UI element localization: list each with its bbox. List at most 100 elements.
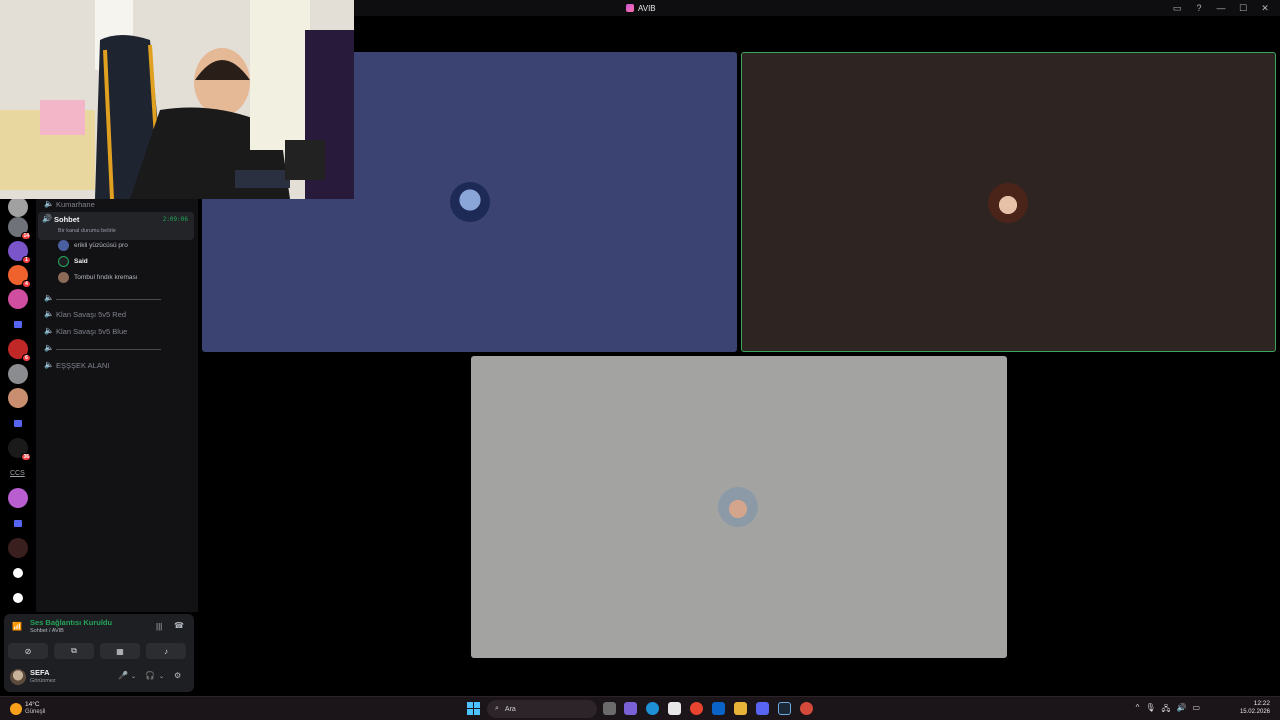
microphone-icon[interactable]: 🎙 [1145,703,1155,717]
store-icon[interactable] [668,702,681,715]
server-icon[interactable] [8,388,28,408]
activities-button[interactable]: ▦ [100,643,140,659]
channel-name: Sohbet [54,215,80,224]
taskbar-search[interactable]: ⌕ Ara [487,700,597,718]
user-avatar[interactable] [10,669,26,685]
server-icon[interactable]: 1 [8,241,31,264]
server-icon[interactable]: 4 [8,265,31,288]
inbox-icon[interactable]: ▭ [1170,2,1184,14]
channel-name: EŞŞŞEK ALANI [56,360,110,370]
close-icon[interactable]: ✕ [1258,2,1272,14]
voice-channel-path[interactable]: Sohbet / AVIB [30,628,64,634]
channel-status[interactable]: Bir kanal durumu belirle [58,228,116,234]
maximize-icon[interactable]: ☐ [1236,2,1250,14]
channel-separator-1[interactable]: 🔈 —————————————— [44,291,161,305]
channel-list: 🔈 Kumarhane 🔊 Sohbet 2:09:06 Bir kanal d… [36,196,198,612]
server-folder-label[interactable]: CCS [10,470,25,477]
voice-member[interactable]: erikli yüzücüsü pro [58,239,128,251]
start-button[interactable] [467,702,480,715]
server-icon[interactable] [8,289,28,309]
disconnect-icon[interactable]: ☎ [174,621,184,630]
windows-logo-icon [474,702,480,708]
server-icon[interactable] [8,364,28,384]
participant-avatar [988,183,1028,223]
voice-status[interactable]: Ses Bağlantısı Kuruldu [30,618,112,627]
chevron-up-icon[interactable]: ^ [1136,703,1140,717]
soundboard-icon: ♪ [164,646,168,656]
channel-klan-red[interactable]: 🔈 Klan Savaşı 5v5 Red [44,307,126,321]
camera-off-icon: ⊘ [24,646,32,656]
steam-icon[interactable] [778,702,791,715]
task-view-icon[interactable] [603,702,616,715]
channel-separator-2[interactable]: 🔈 —————————————— [44,341,161,355]
username[interactable]: SEFA [30,668,50,677]
battery-icon[interactable]: ▭ [1192,703,1200,717]
clock-time[interactable]: 12:22 [1254,700,1270,707]
help-icon[interactable]: ? [1192,2,1206,14]
mention-badge: 1 [22,256,31,264]
signal-icon[interactable]: 📶 [12,622,22,631]
clock-date[interactable]: 15.02.2026 [1240,709,1270,715]
server-icon[interactable]: 6 [8,339,31,362]
window-title: AVIB [626,2,656,14]
voice-member[interactable]: Said [58,255,88,267]
chrome-icon[interactable] [690,702,703,715]
edge-icon[interactable] [646,702,659,715]
file-explorer-icon[interactable] [734,702,747,715]
mention-badge: 14 [21,232,31,240]
headset-icon[interactable]: 🎧 [145,671,155,680]
server-icon[interactable] [8,488,28,508]
speaker-icon: 🔈 [44,293,54,302]
camera-button[interactable]: ⊘ [8,643,48,659]
weather-description[interactable]: Güneşli [25,709,45,715]
video-tile-participant-3[interactable] [471,356,1007,658]
settings-gear-icon[interactable]: ⚙ [174,671,181,680]
microphone-icon[interactable]: 🎤 [118,671,128,680]
participant-avatar [718,487,758,527]
chevron-down-icon[interactable]: ⌄ [131,673,136,680]
server-icon[interactable]: 14 [8,217,31,240]
speaker-icon: 🔈 [44,309,54,318]
channel-name: Klan Savaşı 5v5 Blue [56,326,128,336]
soundboard-button[interactable]: ♪ [146,643,186,659]
windows-logo-icon [467,709,473,715]
discord-icon[interactable] [756,702,769,715]
chevron-down-icon[interactable]: ⌄ [159,673,164,680]
server-folder-icon[interactable] [8,414,28,434]
outlook-icon[interactable] [712,702,725,715]
copilot-icon[interactable] [624,702,637,715]
server-icon[interactable] [8,538,28,558]
minimize-icon[interactable]: — [1214,2,1228,14]
channel-kumarhane[interactable]: 🔈 Kumarhane [44,197,95,211]
weather-temperature[interactable]: 14°C [25,701,40,708]
webcam-overlay [0,0,354,199]
video-tile-participant-2-speaking[interactable] [741,52,1276,352]
volume-icon[interactable]: 🔊 [1176,703,1186,717]
user-panel: SEFA Görünmez 🎤 ⌄ 🎧 ⌄ ⚙ [4,662,194,692]
channel-klan-blue[interactable]: 🔈 Klan Savaşı 5v5 Blue [44,324,127,338]
screen-share-button[interactable]: ⧉ [54,643,94,659]
user-status: Görünmez [30,678,56,684]
server-folder-icon[interactable] [8,514,28,534]
channel-sohbet-active[interactable]: 🔊 Sohbet 2:09:06 Bir kanal durumu belirl… [38,212,194,240]
server-folder-icon[interactable] [8,315,28,335]
speaker-icon: 🔈 [44,199,54,208]
member-avatar [58,255,69,267]
screen-share-icon: ⧉ [71,646,77,655]
noise-suppression-icon[interactable]: ||| [156,622,162,631]
voice-member[interactable]: Tombul fındık kreması [58,271,138,283]
add-server-icon[interactable] [13,568,23,578]
channel-name: —————————————— [56,343,161,353]
server-icon[interactable] [8,197,28,217]
discover-icon[interactable] [13,593,23,603]
network-icon[interactable]: 🖧 [1162,703,1171,717]
channel-esssek-alani[interactable]: 🔈 EŞŞŞEK ALANI [44,358,109,372]
server-icon[interactable]: 36 [8,438,31,461]
member-avatar [58,239,69,251]
server-rail: 14 1 4 6 36 [0,196,36,612]
search-placeholder: Ara [504,705,516,713]
speaker-icon: 🔈 [44,326,54,335]
obs-icon[interactable] [800,702,813,715]
speaker-icon: 🔈 [44,343,54,352]
sun-icon[interactable] [10,703,22,715]
